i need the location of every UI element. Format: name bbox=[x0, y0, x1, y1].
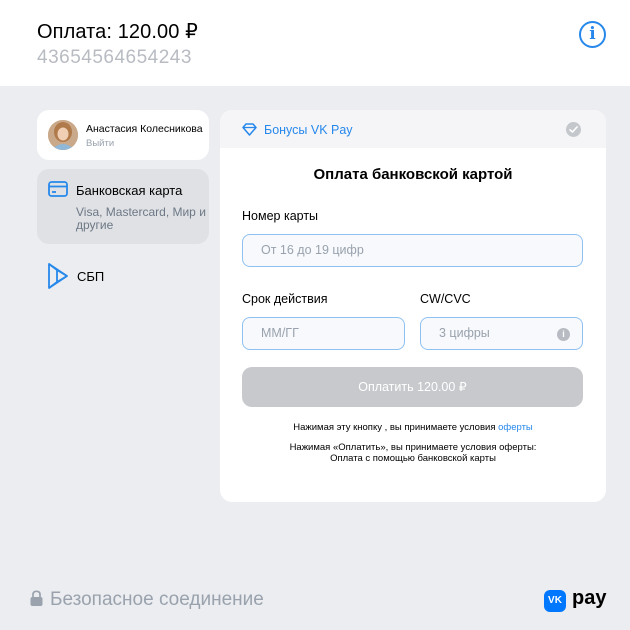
cvc-placeholder: 3 цифры bbox=[439, 326, 490, 340]
card-number-label: Номер карты bbox=[242, 209, 319, 223]
expiry-input[interactable]: ММ/ГГ bbox=[242, 317, 405, 350]
sbp-icon bbox=[47, 262, 69, 295]
card-icon bbox=[48, 181, 68, 202]
info-icon[interactable]: i bbox=[557, 328, 570, 341]
cvc-input[interactable]: 3 цифры i bbox=[420, 317, 583, 350]
avatar bbox=[48, 120, 78, 150]
cvc-label: CW/CVC bbox=[420, 292, 471, 306]
terms-text: Нажимая эту кнопку , вы принимаете услов… bbox=[220, 422, 606, 433]
lock-icon bbox=[30, 590, 43, 612]
expiry-label: Срок действия bbox=[242, 292, 328, 306]
terms-offer: Нажимая «Оплатить», вы принимаете услови… bbox=[220, 442, 606, 464]
method-sbp-label: СБП bbox=[77, 269, 105, 284]
bonus-label: Бонусы VK Pay bbox=[264, 123, 353, 137]
payment-amount: Оплата: 120.00 ₽ bbox=[37, 21, 198, 43]
vk-logo: VK bbox=[544, 590, 566, 612]
method-bank-card-subtitle: Visa, Mastercard, Мир и другие bbox=[76, 205, 206, 232]
user-name: Анастасия Колесникова bbox=[86, 123, 203, 135]
method-bank-card[interactable]: Банковская карта Visa, Mastercard, Мир и… bbox=[37, 169, 209, 244]
terms-offer-line2: Оплата с помощью банковской карты bbox=[330, 453, 496, 464]
top-bar: Оплата: 120.00 ₽ 43654564654243 i bbox=[0, 0, 630, 86]
diamond-icon bbox=[242, 123, 257, 141]
order-id: 43654564654243 bbox=[37, 47, 192, 68]
offer-link[interactable]: оферты bbox=[498, 422, 533, 433]
terms-offer-line1: Нажимая «Оплатить», вы принимаете услови… bbox=[289, 442, 537, 453]
pay-button[interactable]: Оплатить 120.00 ₽ bbox=[242, 367, 583, 407]
terms-prefix: Нажимая эту кнопку , вы принимаете услов… bbox=[293, 422, 499, 433]
secure-connection-label: Безопасное соединение bbox=[50, 589, 264, 610]
user-card: Анастасия Колесникова Выйти bbox=[37, 110, 209, 160]
payment-panel: Бонусы VK Pay Оплата банковской картой Н… bbox=[220, 110, 606, 502]
form-title: Оплата банковской картой bbox=[313, 166, 513, 183]
logout-link[interactable]: Выйти bbox=[86, 138, 114, 149]
method-bank-card-title: Банковская карта bbox=[76, 183, 183, 198]
method-sbp[interactable]: СБП bbox=[37, 258, 209, 294]
info-icon[interactable]: i bbox=[579, 21, 606, 48]
bonus-bar[interactable]: Бонусы VK Pay bbox=[220, 110, 606, 148]
check-icon[interactable] bbox=[566, 122, 581, 137]
card-number-input[interactable]: От 16 до 19 цифр bbox=[242, 234, 583, 267]
vk-pay-wordmark: pay bbox=[572, 587, 607, 609]
